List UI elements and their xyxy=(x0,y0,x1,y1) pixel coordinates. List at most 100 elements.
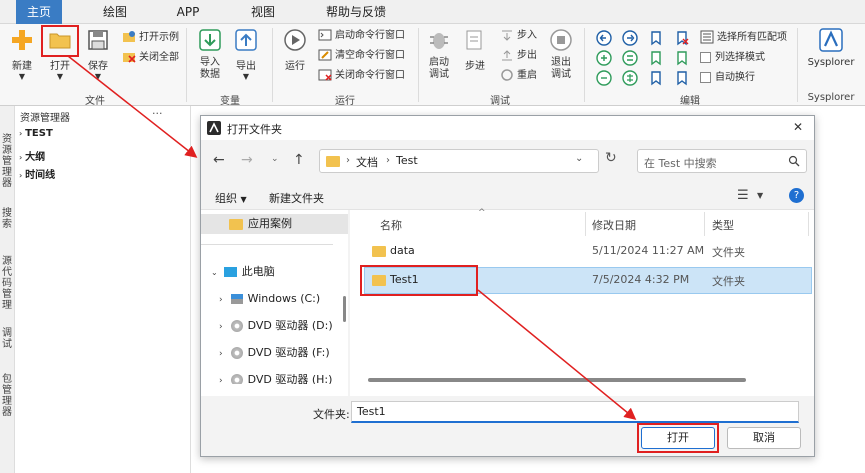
breadcrumb-documents[interactable]: 文档 xyxy=(356,154,378,170)
refresh-icon[interactable]: ↻ xyxy=(605,150,617,166)
sidebar-item-drive-d[interactable]: › DVD 驱动器 (D:) xyxy=(201,316,348,336)
explorer-section-outline[interactable]: › 大纲 xyxy=(19,148,45,163)
arrow-left-circle-icon[interactable] xyxy=(596,30,612,46)
sysplorer-button[interactable]: Sysplorer xyxy=(802,28,860,68)
restart-button[interactable]: 重启 xyxy=(500,68,537,84)
select-all-matches-button[interactable]: 选择所有匹配项 xyxy=(700,30,787,46)
bookmark-next-icon[interactable] xyxy=(648,50,664,66)
sidebar-item-this-pc[interactable]: ⌄ 此电脑 xyxy=(201,262,348,282)
bookmark-icon[interactable] xyxy=(648,30,664,46)
view-options-icon[interactable]: ☰ xyxy=(737,188,749,203)
chevron-right-icon: › xyxy=(219,295,223,305)
open-highlight-box xyxy=(41,25,79,57)
help-icon[interactable]: ? xyxy=(789,188,804,203)
sidebar-scrollbar[interactable] xyxy=(343,296,346,322)
column-header-date[interactable]: 修改日期 xyxy=(592,217,636,233)
import-icon xyxy=(199,29,221,51)
sidebar-item-app-cases[interactable]: 应用案例 xyxy=(201,214,348,234)
dialog-title: 打开文件夹 xyxy=(227,123,282,136)
activity-bar: 资源管理器 搜索 源代码管理 调试 包管理器 xyxy=(0,106,15,473)
dialog-navbar: ← → ⌄ ↑ › 文档 › Test ⌄ ↻ 在 Test 中搜索 xyxy=(201,140,814,184)
start-cmd-button[interactable]: 启动命令行窗口 xyxy=(318,28,405,44)
import-data-button[interactable]: 导入数据 xyxy=(194,28,226,81)
clear-cmd-button[interactable]: 清空命令行窗口 xyxy=(318,48,405,64)
chevron-down-icon[interactable]: ⌄ xyxy=(575,153,583,164)
up-arrow-icon[interactable]: ↑ xyxy=(293,152,305,168)
column-select-toggle[interactable]: 列选择模式 xyxy=(700,50,765,66)
sidebar-item-drive-f[interactable]: › DVD 驱动器 (F:) xyxy=(201,343,348,363)
activity-debug[interactable]: 调试 xyxy=(2,328,13,350)
auto-wrap-checkbox[interactable] xyxy=(700,71,711,83)
address-bar[interactable]: › 文档 › Test ⌄ xyxy=(319,149,599,173)
column-header-name[interactable]: 名称 xyxy=(380,217,402,233)
start-debug-button[interactable]: 启动调试 xyxy=(424,28,454,81)
back-arrow-icon[interactable]: ← xyxy=(213,152,225,168)
step-button[interactable]: 步进 xyxy=(460,28,490,72)
tab-help[interactable]: 帮助与反馈 xyxy=(316,0,396,24)
breadcrumb-test[interactable]: Test xyxy=(396,154,418,167)
table-row[interactable]: data 5/11/2024 11:27 AM 文件夹 xyxy=(364,239,812,265)
tab-home[interactable]: 主页 xyxy=(16,0,62,24)
organize-menu[interactable]: 组织 ▼ xyxy=(215,190,247,206)
step-in-button[interactable]: 步入 xyxy=(500,28,537,44)
dvd-icon xyxy=(230,374,243,384)
step-out-button[interactable]: 步出 xyxy=(500,48,537,64)
chevron-down-icon[interactable]: ⌄ xyxy=(271,154,279,164)
group-variables-label: 变量 xyxy=(220,96,240,107)
close-cmd-button[interactable]: 关闭命令行窗口 xyxy=(318,68,405,84)
new-folder-button[interactable]: 新建文件夹 xyxy=(269,190,324,206)
explorer-section-timeline[interactable]: › 时间线 xyxy=(19,166,55,181)
find-icon[interactable] xyxy=(596,50,612,66)
close-icon[interactable]: ✕ xyxy=(793,120,803,134)
sidebar-item-drive-h[interactable]: › DVD 驱动器 (H:) xyxy=(201,370,348,384)
replace-icon[interactable] xyxy=(596,70,612,86)
tab-app[interactable]: APP xyxy=(165,0,211,24)
activity-explorer[interactable]: 资源管理器 xyxy=(2,134,13,189)
sidebar-item-drive-c[interactable]: › Windows (C:) xyxy=(201,289,348,309)
search-input[interactable]: 在 Test 中搜索 xyxy=(637,149,807,173)
step-icon xyxy=(466,30,482,50)
dialog-titlebar: 打开文件夹 ✕ xyxy=(201,116,814,140)
column-header-type[interactable]: 类型 xyxy=(712,217,734,233)
column-divider[interactable] xyxy=(585,212,586,236)
auto-wrap-toggle[interactable]: 自动换行 xyxy=(700,70,755,86)
bookmark-prev-icon[interactable] xyxy=(674,50,690,66)
save-button[interactable]: 保存 ▼ xyxy=(82,28,114,81)
tab-view[interactable]: 视图 xyxy=(240,0,286,24)
export-button[interactable]: 导出 ▼ xyxy=(230,28,262,81)
activity-search[interactable]: 搜索 xyxy=(2,208,13,230)
horizontal-scrollbar[interactable] xyxy=(368,378,746,382)
arrow-right-circle-icon[interactable] xyxy=(622,30,638,46)
bookmark-clear-icon[interactable] xyxy=(674,70,690,86)
column-divider[interactable] xyxy=(808,212,809,236)
divider xyxy=(201,244,333,245)
open-examples-button[interactable]: 打开示例 xyxy=(122,30,179,46)
column-select-checkbox[interactable] xyxy=(700,51,711,63)
chevron-right-icon: › xyxy=(219,376,223,384)
activity-package-manager[interactable]: 包管理器 xyxy=(2,374,13,418)
forward-arrow-icon[interactable]: → xyxy=(241,152,253,168)
activity-source-control[interactable]: 源代码管理 xyxy=(2,256,13,311)
cancel-button[interactable]: 取消 xyxy=(727,427,801,449)
computer-icon xyxy=(223,267,237,277)
column-divider[interactable] xyxy=(704,212,705,236)
exit-debug-button[interactable]: 退出调试 xyxy=(546,28,576,81)
run-button[interactable]: 运行 xyxy=(278,28,312,72)
new-button[interactable]: 新建 ▼ xyxy=(6,28,38,81)
replace-all-icon[interactable] xyxy=(622,70,638,86)
tab-draw[interactable]: 绘图 xyxy=(92,0,138,24)
group-sysplorer-label: Sysplorer xyxy=(807,92,855,103)
find-next-icon[interactable] xyxy=(622,50,638,66)
bookmark-list-icon[interactable] xyxy=(648,70,664,86)
chevron-down-icon[interactable]: ▼ xyxy=(757,191,763,200)
bookmark-remove-icon[interactable] xyxy=(674,30,690,46)
explorer-title: 资源管理器 xyxy=(20,113,70,124)
explorer-section-test[interactable]: › TEST xyxy=(19,128,53,139)
close-all-button[interactable]: 关闭全部 xyxy=(122,50,179,66)
terminal-icon xyxy=(318,29,332,41)
folder-name-input[interactable]: Test1 xyxy=(351,401,799,423)
open-folder-dialog: 打开文件夹 ✕ ← → ⌄ ↑ › 文档 › Test ⌄ ↻ 在 Test 中… xyxy=(200,115,815,457)
more-icon[interactable]: ··· xyxy=(152,107,163,120)
chevron-right-icon: › xyxy=(346,155,350,166)
group-file-label: 文件 xyxy=(85,96,105,107)
